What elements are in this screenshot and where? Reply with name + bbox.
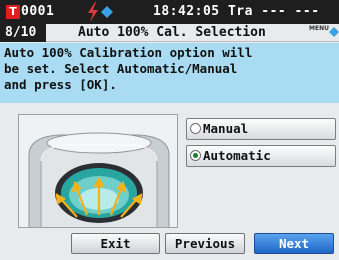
menu-diamond-icon [329,27,339,37]
title-bar: 8/10 Auto 100% Cal. Selection MENU [0,24,339,42]
calibration-device-icon [19,115,177,227]
diamond-icon [101,6,113,18]
status-time: 18:42:05 Tra --- --- [153,4,320,19]
bolt-icon [88,2,98,22]
option-manual[interactable]: Manual [186,118,336,140]
menu-label: MENU [309,25,329,32]
instruction-message: Auto 100% Calibration option will be set… [0,43,339,103]
previous-button[interactable]: Previous [165,233,245,254]
instrument-illustration [18,114,178,228]
device-screen: T 0001 18:42:05 Tra --- --- 8/10 Auto 10… [0,0,339,260]
exit-button[interactable]: Exit [71,233,160,254]
option-automatic[interactable]: Automatic [186,145,336,167]
option-automatic-label: Automatic [203,148,271,163]
option-manual-label: Manual [203,121,249,136]
menu-button[interactable]: MENU [309,25,339,41]
page-count: 8/10 [0,24,46,42]
target-t-icon: T [6,5,20,19]
status-bar: T 0001 18:42:05 Tra --- --- [0,0,339,24]
radio-automatic [190,150,201,161]
radio-manual [190,123,201,134]
next-button[interactable]: Next [254,233,334,254]
radio-selected-dot [193,153,198,158]
status-code: 0001 [21,4,55,19]
page-title: Auto 100% Cal. Selection [78,25,266,40]
